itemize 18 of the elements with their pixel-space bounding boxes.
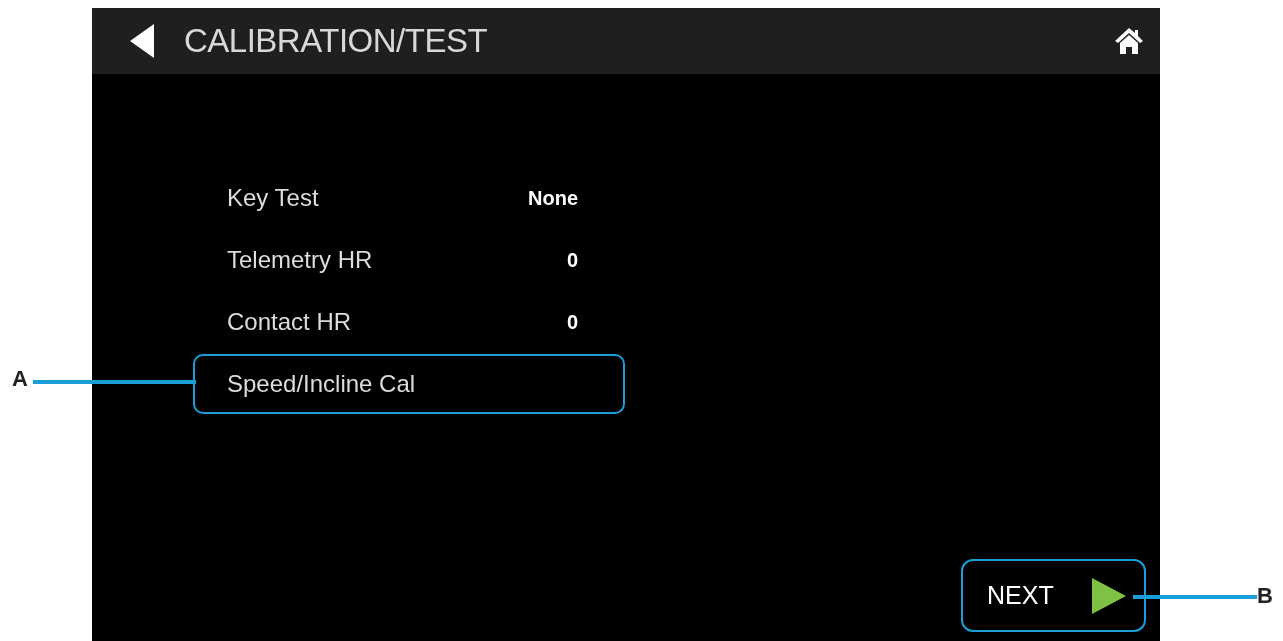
play-icon: [1092, 577, 1126, 614]
next-button[interactable]: NEXT: [961, 559, 1146, 632]
screen-title: CALIBRATION/TEST: [184, 22, 489, 60]
menu-item[interactable]: Contact HR 0: [193, 292, 625, 352]
menu-item[interactable]: Speed/Incline Cal: [193, 354, 625, 414]
item-value: 0: [566, 248, 578, 272]
home-icon[interactable]: [1114, 27, 1144, 55]
item-value: 0: [566, 310, 578, 334]
item-label: Speed/Incline Cal: [227, 370, 416, 398]
menu-item[interactable]: Key Test None: [193, 168, 625, 228]
menu-item[interactable]: Telemetry HR 0: [193, 230, 625, 290]
callout-letter: B: [1257, 583, 1273, 609]
back-icon[interactable]: [130, 24, 154, 58]
item-label: Contact HR: [227, 308, 352, 336]
item-label: Key Test: [227, 184, 319, 212]
callout-letter: A: [12, 366, 28, 392]
item-label: Telemetry HR: [227, 246, 373, 274]
item-value: None: [528, 186, 578, 210]
